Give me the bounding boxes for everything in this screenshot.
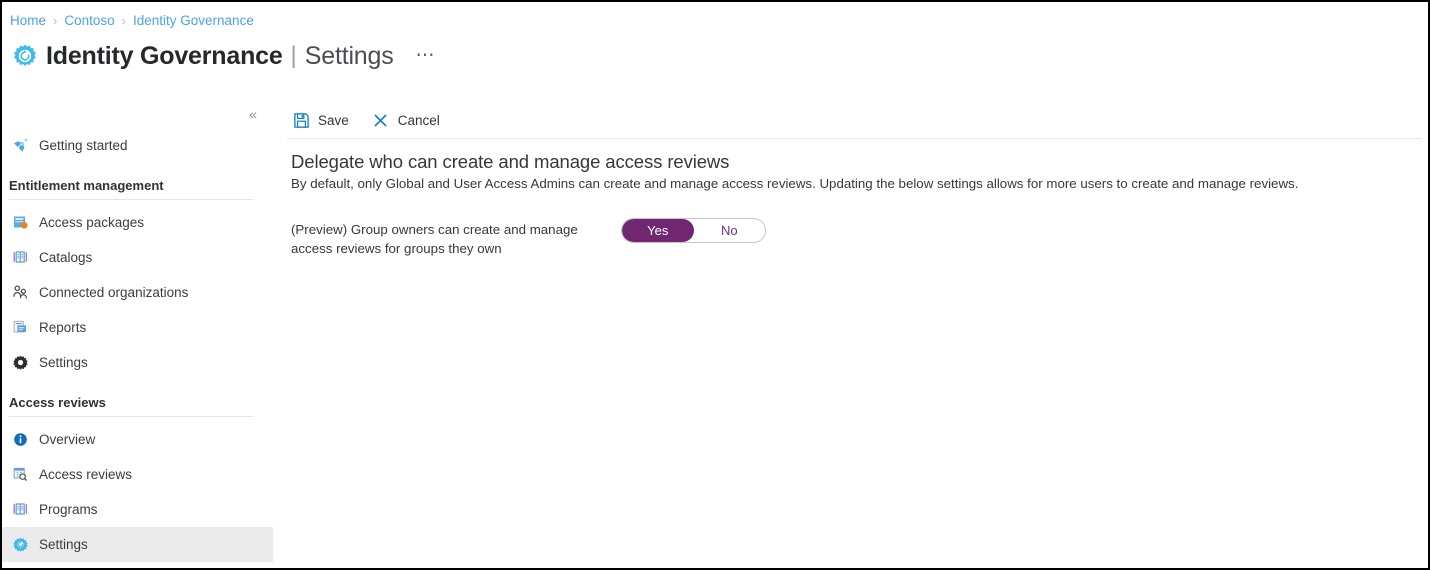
- breadcrumb-separator-icon: ›: [53, 12, 58, 28]
- sidebar-item-label: Access reviews: [39, 467, 133, 482]
- identity-governance-gear-icon: [10, 41, 40, 71]
- sidebar-item-programs[interactable]: Programs: [2, 492, 273, 527]
- breadcrumb-item-identity-governance[interactable]: Identity Governance: [133, 13, 254, 28]
- sidebar-item-label: Reports: [39, 320, 87, 335]
- sidebar-section-access-reviews: Access reviews: [9, 394, 106, 410]
- save-button[interactable]: Save: [291, 107, 349, 133]
- toolbar-divider: [287, 138, 1422, 139]
- cancel-button-label: Cancel: [397, 112, 440, 128]
- more-options-icon[interactable]: ⋯: [416, 46, 437, 65]
- sidebar-item-label: Programs: [39, 502, 98, 517]
- setting-row-group-owners: (Preview) Group owners can create and ma…: [291, 218, 1424, 258]
- info-circle-icon: [9, 430, 31, 450]
- sidebar-item-reports[interactable]: Reports: [2, 310, 273, 345]
- access-package-icon: [9, 213, 31, 233]
- grid-search-icon: [9, 465, 31, 485]
- sidebar-item-label: Getting started: [39, 138, 128, 153]
- section-heading: Delegate who can create and manage acces…: [291, 151, 730, 172]
- sidebar-item-catalogs[interactable]: Catalogs: [2, 240, 273, 275]
- breadcrumb-separator-icon: ›: [121, 12, 126, 28]
- catalog-book-icon: [9, 248, 31, 268]
- gear-cyan-icon: [9, 535, 31, 555]
- settings-content: Delegate who can create and manage acces…: [291, 151, 1424, 258]
- page-subtitle: Settings: [304, 41, 394, 70]
- toggle-option-no[interactable]: No: [694, 219, 766, 242]
- sidebar-section-entitlement-management: Entitlement management: [9, 177, 164, 193]
- sidebar-item-access-reviews[interactable]: Access reviews: [2, 457, 273, 492]
- sidebar-item-access-packages[interactable]: Access packages: [2, 205, 273, 240]
- setting-label: (Preview) Group owners can create and ma…: [291, 222, 578, 256]
- catalog-book-icon: [9, 500, 31, 520]
- sidebar-item-label: Overview: [39, 432, 96, 447]
- section-description: By default, only Global and User Access …: [291, 176, 1299, 191]
- sidebar-item-settings-entitlement[interactable]: Settings: [2, 345, 273, 380]
- page-title-row: Identity Governance | Settings ⋯: [10, 38, 436, 74]
- sidebar-item-settings-access-reviews[interactable]: Settings: [2, 527, 273, 562]
- reports-icon: [9, 318, 31, 338]
- close-x-icon: [371, 110, 391, 130]
- sidebar-divider: [9, 199, 253, 200]
- sidebar-divider: [9, 416, 253, 417]
- breadcrumb: Home › Contoso › Identity Governance: [10, 10, 254, 30]
- title-separator: |: [290, 42, 297, 69]
- toggle-option-yes[interactable]: Yes: [622, 219, 694, 242]
- gear-dark-icon: [9, 353, 31, 373]
- sidebar-item-connected-organizations[interactable]: Connected organizations: [2, 275, 273, 310]
- save-disk-icon: [291, 110, 311, 130]
- command-toolbar: Save Cancel: [291, 107, 462, 133]
- sidebar-item-label: Settings: [39, 355, 88, 370]
- people-icon: [9, 283, 31, 303]
- rocket-icon: [9, 136, 31, 156]
- sidebar: « Getting started Entitlement management: [2, 95, 273, 568]
- breadcrumb-item-contoso[interactable]: Contoso: [64, 13, 114, 28]
- breadcrumb-item-home[interactable]: Home: [10, 13, 46, 28]
- sidebar-nav-list: Getting started Entitlement management A…: [2, 128, 273, 562]
- sidebar-item-label: Access packages: [39, 215, 145, 230]
- cancel-button[interactable]: Cancel: [371, 107, 440, 133]
- group-owners-toggle[interactable]: Yes No: [621, 218, 766, 243]
- sidebar-item-overview[interactable]: Overview: [2, 422, 273, 457]
- main-content: Save Cancel Delegate who can create and …: [273, 95, 1428, 568]
- sidebar-item-label: Connected organizations: [39, 285, 189, 300]
- azure-portal-blade: Home › Contoso › Identity Governance Ide…: [0, 0, 1430, 570]
- sidebar-item-label: Catalogs: [39, 250, 93, 265]
- page-title: Identity Governance: [46, 41, 283, 70]
- collapse-sidebar-icon[interactable]: «: [243, 104, 263, 124]
- sidebar-item-label: Settings: [39, 537, 88, 552]
- save-button-label: Save: [318, 112, 349, 128]
- sidebar-item-getting-started[interactable]: Getting started: [2, 128, 273, 163]
